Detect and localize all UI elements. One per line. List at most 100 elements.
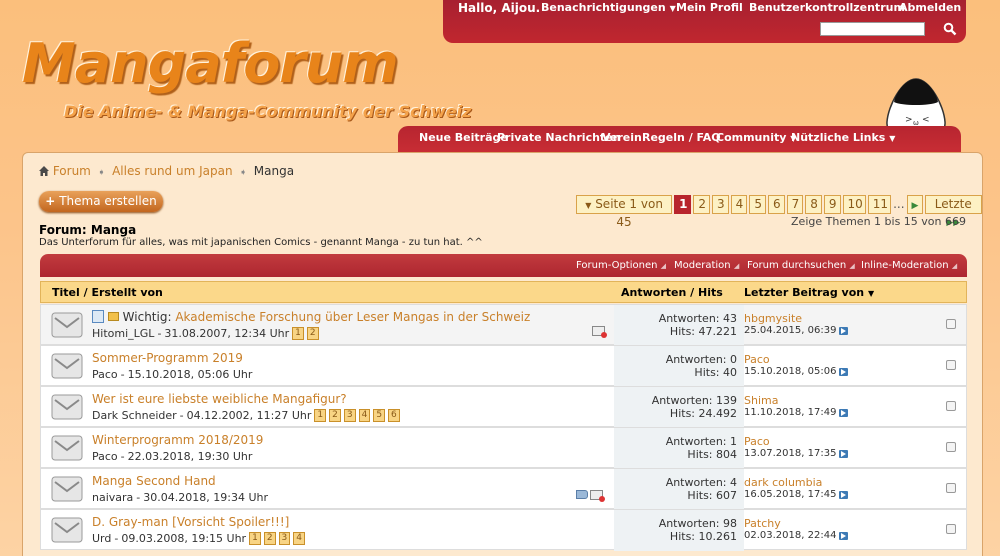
table-row: Manga Second Hand naivara - 30.04.2018, … xyxy=(40,468,967,510)
thread-stats: Antworten: 0 Hits: 40 xyxy=(614,346,744,387)
breadcrumb-japan[interactable]: Alles rund um Japan xyxy=(112,164,232,178)
thread-page-link[interactable]: 2 xyxy=(306,327,319,340)
sort-last-post[interactable]: Letzter Beitrag von ▼ xyxy=(744,286,874,299)
goto-last-post-icon[interactable] xyxy=(839,367,849,376)
thread-page-link[interactable]: 6 xyxy=(388,409,400,422)
thread-stats: Antworten: 4 Hits: 607 xyxy=(614,469,744,510)
last-page-button[interactable]: Letzte ▶▶ xyxy=(924,195,983,228)
search-input[interactable] xyxy=(820,22,925,36)
goto-last-post-icon[interactable] xyxy=(839,326,849,335)
thread-link[interactable]: Manga Second Hand xyxy=(92,474,216,488)
thread-author[interactable]: Paco xyxy=(92,368,118,381)
thread-author[interactable]: Hitomi_LGL xyxy=(92,327,154,340)
thread-page-link[interactable]: 1 xyxy=(249,532,261,545)
goto-last-post-icon[interactable] xyxy=(839,531,849,540)
page-link[interactable]: 11 xyxy=(867,195,892,214)
thread-page-link[interactable]: 3 xyxy=(343,409,356,422)
thread-link[interactable]: Akademische Forschung über Leser Mangas … xyxy=(175,310,530,324)
page-link[interactable]: 10 xyxy=(842,195,866,214)
profile-link[interactable]: Mein Profil xyxy=(676,1,743,14)
answer-count: Antworten: 4 xyxy=(665,476,737,489)
moderation-menu[interactable]: Moderation ◢ xyxy=(674,260,739,271)
last-post-user[interactable]: Patchy xyxy=(744,517,781,530)
search-icon[interactable] xyxy=(943,22,957,36)
table-row: Sommer-Programm 2019 Paco - 15.10.2018, … xyxy=(40,345,967,387)
thread-link[interactable]: Wer ist eure liebste weibliche Mangafigu… xyxy=(92,392,347,406)
thread-select-checkbox[interactable] xyxy=(946,483,956,493)
nav-rules-faq[interactable]: Regeln / FAQ xyxy=(642,131,721,144)
site-logo[interactable]: Mangaforum xyxy=(22,32,399,95)
goto-last-post-icon[interactable] xyxy=(839,490,849,499)
control-panel-link[interactable]: Benutzerkontrollzentrum xyxy=(749,1,905,14)
answer-count: Antworten: 0 xyxy=(665,353,737,366)
thread-link[interactable]: Sommer-Programm 2019 xyxy=(92,351,243,365)
hit-count: Hits: 24.492 xyxy=(669,407,737,420)
tag-icon xyxy=(576,490,588,499)
last-post-user[interactable]: Shima xyxy=(744,394,778,407)
page-link[interactable]: 6 xyxy=(767,195,785,214)
breadcrumb-separator-icon: ➧ xyxy=(239,168,247,178)
thread-page-link[interactable]: 1 xyxy=(314,409,327,422)
thread-author[interactable]: naivara xyxy=(92,491,133,504)
table-row: D. Gray-man [Vorsicht Spoiler!!!] Urd - … xyxy=(40,509,967,551)
folder-icon xyxy=(107,312,119,321)
pagination: ▼ Seite 1 von 45 1 2 3 4 5 6 7 8 9 10 11… xyxy=(576,195,983,229)
sort-answers-hits[interactable]: Antworten / Hits xyxy=(621,286,723,299)
page-link[interactable]: 8 xyxy=(805,195,822,214)
thread-page-link[interactable]: 1 xyxy=(292,327,304,340)
nav-community[interactable]: Community ▼ xyxy=(716,131,796,144)
thread-author[interactable]: Dark Schneider xyxy=(92,409,177,422)
chevron-down-icon: ▼ xyxy=(669,4,676,13)
new-thread-button[interactable]: + Thema erstellen xyxy=(39,191,163,212)
last-post-user[interactable]: dark columbia xyxy=(744,476,822,489)
hit-count: Hits: 40 xyxy=(694,366,737,379)
mail-subscribed-icon xyxy=(592,326,607,338)
goto-last-post-icon[interactable] xyxy=(839,408,849,417)
inline-moderation-menu[interactable]: Inline-Moderation ◢ xyxy=(861,260,957,271)
page-selector[interactable]: ▼ Seite 1 von 45 xyxy=(576,195,673,229)
page-link[interactable]: 3 xyxy=(712,195,729,214)
nav-new-posts[interactable]: Neue Beiträge xyxy=(419,131,508,144)
search-forum-menu[interactable]: Forum durchsuchen ◢ xyxy=(747,260,855,271)
page-link[interactable]: 9 xyxy=(823,195,841,214)
thread-page-link[interactable]: 3 xyxy=(278,532,291,545)
nav-verein[interactable]: Verein xyxy=(602,131,642,144)
last-post-user[interactable]: hbgmysite xyxy=(744,312,802,325)
thread-author[interactable]: Paco xyxy=(92,450,118,463)
page-link[interactable]: 4 xyxy=(730,195,748,214)
page-link[interactable]: 7 xyxy=(786,195,804,214)
home-icon[interactable] xyxy=(39,165,49,176)
thread-page-link[interactable]: 2 xyxy=(329,409,341,422)
nav-useful-links[interactable]: Nützliche Links ▼ xyxy=(791,131,895,144)
thread-link[interactable]: Winterprogramm 2018/2019 xyxy=(92,433,263,447)
thread-page-link[interactable]: 2 xyxy=(263,532,276,545)
next-page-button[interactable]: ▶ xyxy=(906,195,923,214)
thread-select-checkbox[interactable] xyxy=(946,401,956,411)
thread-meta: naivara - 30.04.2018, 19:34 Uhr xyxy=(92,491,268,504)
thread-page-link[interactable]: 4 xyxy=(293,532,306,545)
main-navbar: Neue Beiträge Private Nachrichten Verein… xyxy=(398,126,961,152)
thread-select-checkbox[interactable] xyxy=(946,524,956,534)
breadcrumb-forum[interactable]: Forum xyxy=(53,164,91,178)
forum-options-menu[interactable]: Forum-Optionen ◢ xyxy=(576,260,666,271)
thread-date: 04.12.2002, 11:27 Uhr xyxy=(186,409,312,422)
notifications-link[interactable]: Benachrichtigungen ▼ xyxy=(541,1,676,14)
page-link[interactable]: 2 xyxy=(693,195,711,214)
last-post-date: 11.10.2018, 17:49 xyxy=(744,407,849,418)
thread-select-checkbox[interactable] xyxy=(946,442,956,452)
thread-page-link[interactable]: 4 xyxy=(358,409,371,422)
thread-page-link[interactable]: 5 xyxy=(373,409,386,422)
last-post-user[interactable]: Paco xyxy=(744,353,770,366)
last-post-user[interactable]: Paco xyxy=(744,435,770,448)
forum-title: Forum: Manga xyxy=(39,223,137,237)
sort-title[interactable]: Titel / Erstellt von xyxy=(52,286,163,299)
svg-text:<: < xyxy=(922,115,930,125)
thread-link[interactable]: D. Gray-man [Vorsicht Spoiler!!!] xyxy=(92,515,289,529)
thread-select-checkbox[interactable] xyxy=(946,360,956,370)
thread-stats: Antworten: 139 Hits: 24.492 xyxy=(614,387,744,428)
thread-author[interactable]: Urd xyxy=(92,532,111,545)
page-link[interactable]: 5 xyxy=(749,195,766,214)
logout-link[interactable]: Abmelden xyxy=(899,1,961,14)
goto-last-post-icon[interactable] xyxy=(839,449,849,458)
thread-select-checkbox[interactable] xyxy=(946,319,956,329)
